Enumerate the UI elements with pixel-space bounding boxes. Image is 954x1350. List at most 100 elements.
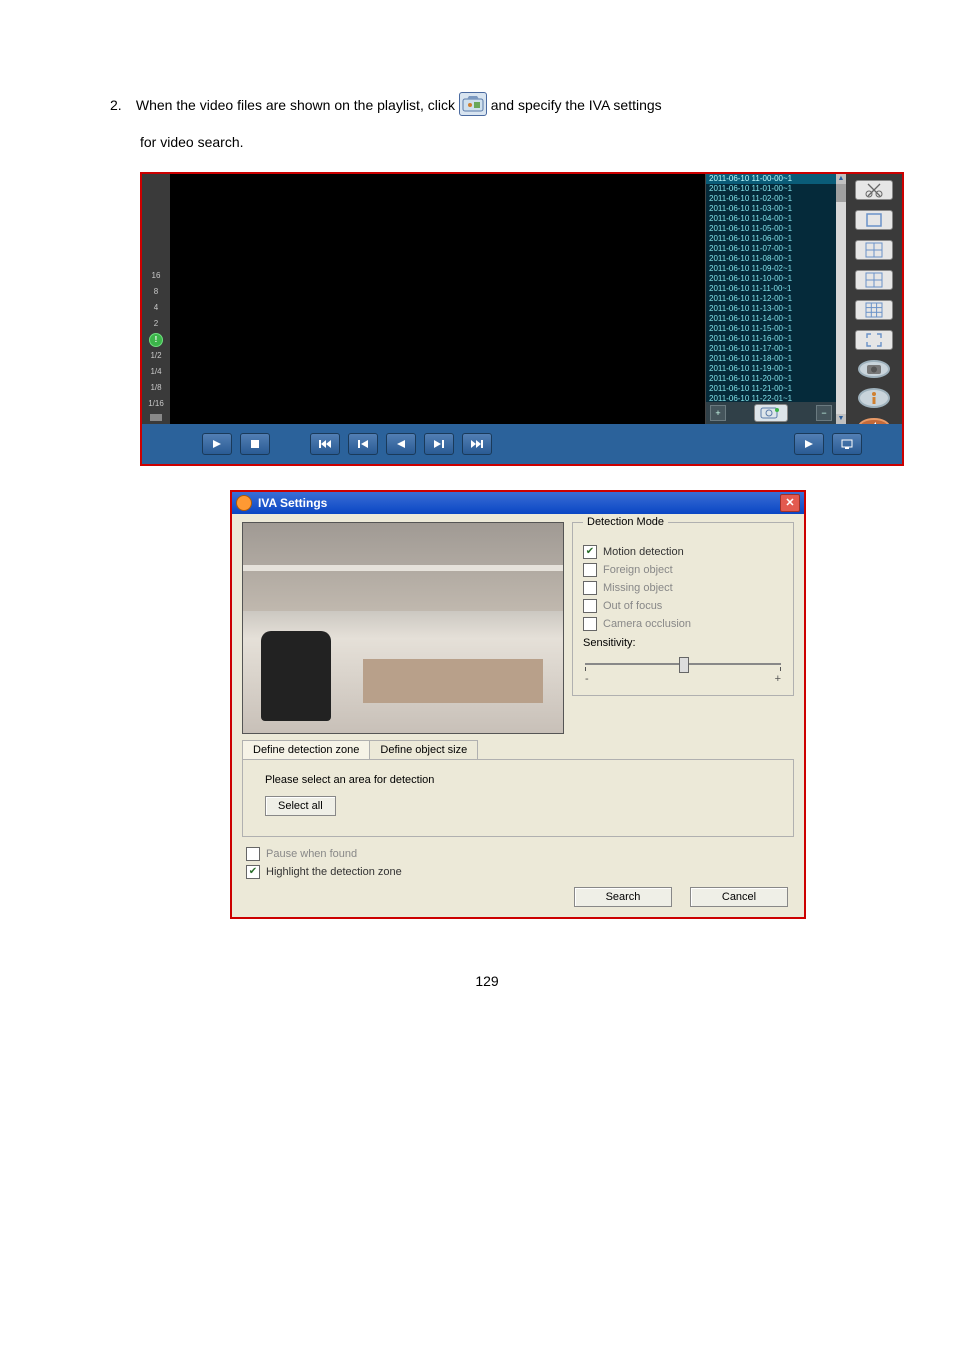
playlist-item[interactable]: 2011-06-10 11-09-02~1 [706,264,846,274]
yaxis-label: 4 [154,301,158,315]
option-label: Camera occlusion [603,618,691,630]
dialog-titlebar[interactable]: IVA Settings ✕ [232,492,804,514]
playlist-item[interactable]: 2011-06-10 11-00-00~1 [706,174,846,184]
playlist-item[interactable]: 2011-06-10 11-06-00~1 [706,234,846,244]
playlist-item[interactable]: 2011-06-10 11-07-00~1 [706,244,846,254]
tab-bar: Define detection zone Define object size [242,740,794,759]
missing-object-checkbox[interactable]: Missing object [583,581,783,595]
checkbox-icon[interactable] [583,599,597,613]
yaxis-label: 16 [152,269,161,283]
yaxis-label: 2 [154,317,158,331]
playlist-item[interactable]: 2011-06-10 11-08-00~1 [706,254,846,264]
mode-monitor-icon[interactable] [832,433,862,455]
search-button[interactable]: Search [574,887,672,907]
instruction-line: 2. When the video files are shown on the… [110,90,864,121]
scroll-down-icon[interactable]: ▼ [836,414,846,424]
iva-settings-dialog: IVA Settings ✕ Detection Mode ✔ Motion d… [230,490,806,919]
playlist-add-button[interactable]: + [710,405,726,421]
yaxis-label: 8 [154,285,158,299]
playlist-remove-button[interactable]: − [816,405,832,421]
playlist-item[interactable]: 2011-06-10 11-19-00~1 [706,364,846,374]
instruction-sub: for video search. [140,127,864,158]
sensitivity-slider[interactable] [585,655,781,673]
close-icon[interactable]: ✕ [780,494,800,512]
checkbox-icon[interactable]: ✔ [583,545,597,559]
preview-canvas[interactable] [242,522,564,734]
checkbox-icon[interactable] [583,581,597,595]
tool-grid3-icon[interactable] [855,240,893,260]
playlist-item[interactable]: 2011-06-10 11-10-00~1 [706,274,846,284]
select-all-button[interactable]: Select all [265,796,336,816]
playlist-item[interactable]: 2011-06-10 11-14-00~1 [706,314,846,324]
option-label: Pause when found [266,848,357,860]
playlist-item[interactable]: 2011-06-10 11-11-00~1 [706,284,846,294]
playlist-item[interactable]: 2011-06-10 11-21-00~1 [706,384,846,394]
playlist-item[interactable]: 2011-06-10 11-04-00~1 [706,214,846,224]
playlist-item[interactable]: 2011-06-10 11-20-00~1 [706,374,846,384]
foreign-object-checkbox[interactable]: Foreign object [583,563,783,577]
playlist-item[interactable]: 2011-06-10 11-17-00~1 [706,344,846,354]
player-screenshot: 16 8 4 2 ! 1/2 1/4 1/8 1/16 2011-06-10 1… [140,172,904,466]
playlist-search-icon[interactable] [754,404,788,422]
stop-button[interactable] [240,433,270,455]
play-button[interactable] [202,433,232,455]
tab-detection-zone[interactable]: Define detection zone [242,740,370,759]
right-tool-panel [846,174,902,424]
tool-camera-icon[interactable] [858,360,890,378]
motion-detection-checkbox[interactable]: ✔ Motion detection [583,545,783,559]
sensitivity-label: Sensitivity: [583,637,783,649]
tool-single-view-icon[interactable] [855,210,893,230]
prev-frame-button[interactable] [348,433,378,455]
tab-content-zone: Please select an area for detection Sele… [242,759,794,837]
zone-hint: Please select an area for detection [265,774,781,786]
next-frame-button[interactable] [424,433,454,455]
yaxis-bar-icon [150,414,162,421]
cancel-button[interactable]: Cancel [690,887,788,907]
scroll-up-icon[interactable]: ▲ [836,174,846,184]
speed-indicator-icon[interactable]: ! [149,333,163,347]
option-label: Missing object [603,582,673,594]
yaxis-label: 1/2 [150,349,161,363]
option-label: Motion detection [603,546,684,558]
iva-inline-icon [459,92,487,116]
instruction-part1: When the video files are shown on the pl… [136,97,459,113]
skip-last-button[interactable] [462,433,492,455]
playlist[interactable]: 2011-06-10 11-00-00~1 2011-06-10 11-01-0… [706,174,846,424]
tool-fullscreen-icon[interactable] [855,330,893,350]
tool-info-icon[interactable] [858,388,890,408]
checkbox-icon[interactable] [583,617,597,631]
playlist-item[interactable]: 2011-06-10 11-12-00~1 [706,294,846,304]
playlist-item[interactable]: 2011-06-10 11-18-00~1 [706,354,846,364]
highlight-zone-checkbox[interactable]: ✔ Highlight the detection zone [246,865,790,879]
step-number: 2. [110,90,132,121]
skip-first-button[interactable] [310,433,340,455]
tab-object-size[interactable]: Define object size [369,740,478,759]
out-of-focus-checkbox[interactable]: Out of focus [583,599,783,613]
step-back-button[interactable] [386,433,416,455]
checkbox-icon[interactable] [246,847,260,861]
playlist-scrollbar[interactable]: ▲ ▼ [836,174,846,424]
playlist-item[interactable]: 2011-06-10 11-13-00~1 [706,304,846,314]
playlist-item[interactable]: 2011-06-10 11-03-00~1 [706,204,846,214]
playlist-item[interactable]: 2011-06-10 11-02-00~1 [706,194,846,204]
playlist-item[interactable]: 2011-06-10 11-05-00~1 [706,224,846,234]
scroll-thumb[interactable] [836,184,846,202]
player-controls-bar [142,424,902,464]
camera-occlusion-checkbox[interactable]: Camera occlusion [583,617,783,631]
video-area [170,174,706,424]
tool-grid4-icon[interactable] [855,270,893,290]
tool-grid9-icon[interactable] [855,300,893,320]
detection-legend: Detection Mode [583,516,668,528]
pause-when-found-checkbox[interactable]: Pause when found [246,847,790,861]
player-yaxis: 16 8 4 2 ! 1/2 1/4 1/8 1/16 [142,174,170,424]
page-number: 129 [110,973,864,989]
slider-thumb[interactable] [679,657,689,673]
dialog-app-icon [236,495,252,511]
playlist-item[interactable]: 2011-06-10 11-01-00~1 [706,184,846,194]
tool-scissors-icon[interactable] [855,180,893,200]
checkbox-icon[interactable] [583,563,597,577]
playlist-item[interactable]: 2011-06-10 11-15-00~1 [706,324,846,334]
playlist-item[interactable]: 2011-06-10 11-16-00~1 [706,334,846,344]
mode-play-icon[interactable] [794,433,824,455]
checkbox-icon[interactable]: ✔ [246,865,260,879]
